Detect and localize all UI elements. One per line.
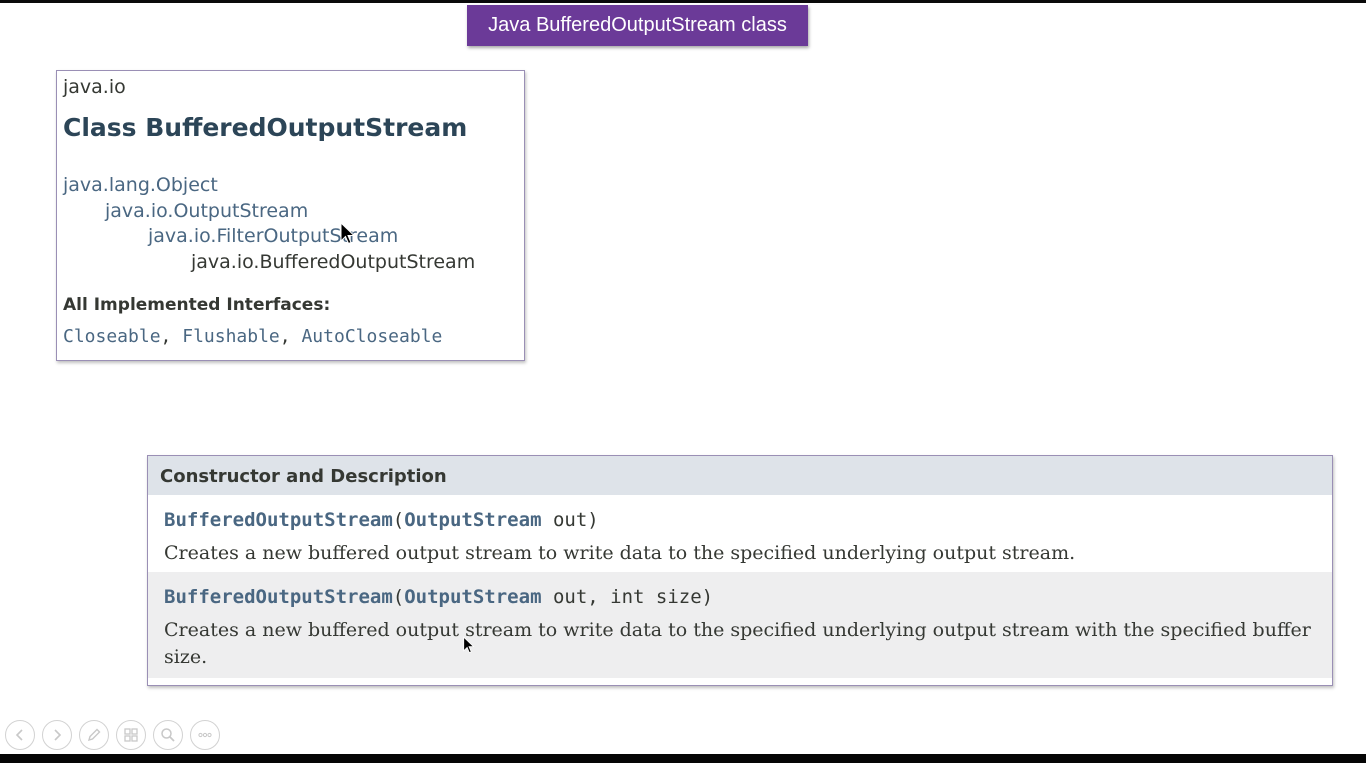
inheritance-filteroutputstream[interactable]: java.io.FilterOutputStream — [148, 225, 398, 247]
interfaces-list: Closeable, Flushable, AutoCloseable — [63, 326, 442, 347]
constructor-name-link[interactable]: BufferedOutputStream — [164, 509, 393, 531]
inheritance-object[interactable]: java.lang.Object — [63, 174, 218, 196]
pen-icon — [87, 728, 101, 742]
mouse-cursor-icon — [463, 636, 475, 654]
slide-title: Java BufferedOutputStream class — [467, 5, 808, 46]
interfaces-label: All Implemented Interfaces: — [63, 295, 331, 315]
constructor-header-label: Constructor and Description — [160, 466, 447, 487]
constructor-name-link[interactable]: BufferedOutputStream — [164, 586, 393, 608]
separator: , — [279, 326, 302, 347]
previous-icon — [15, 729, 23, 741]
signature-paren: ( — [392, 586, 405, 608]
inheritance-outputstream[interactable]: java.io.OutputStream — [105, 200, 308, 222]
signature-paren: ( — [392, 509, 405, 531]
constructor-table: Constructor and Description BufferedOutp… — [147, 455, 1333, 686]
signature-params: out, int size) — [541, 586, 714, 608]
bottom-bar — [0, 754, 1366, 763]
slide-controls — [5, 720, 220, 750]
package-name: java.io — [63, 76, 126, 98]
mouse-cursor-icon — [340, 222, 356, 245]
class-hierarchy-card: java.io Class BufferedOutputStream java.… — [56, 70, 525, 361]
constructor-description: Creates a new buffered output stream to … — [164, 542, 1076, 564]
next-slide-button[interactable] — [42, 720, 72, 750]
constructor-signature: BufferedOutputStream(OutputStream out, i… — [164, 586, 713, 608]
see-all-slides-button[interactable] — [116, 720, 146, 750]
zoom-icon — [161, 728, 175, 742]
previous-slide-button[interactable] — [5, 720, 35, 750]
interface-autocloseable[interactable]: AutoCloseable — [301, 326, 442, 347]
slides-icon — [124, 728, 138, 742]
interface-closeable[interactable]: Closeable — [63, 326, 161, 347]
constructor-signature: BufferedOutputStream(OutputStream out) — [164, 509, 599, 531]
inheritance-bufferedoutputstream: java.io.BufferedOutputStream — [191, 251, 476, 273]
constructor-row: BufferedOutputStream(OutputStream out, i… — [148, 572, 1332, 678]
top-border — [0, 0, 1366, 3]
pen-tool-button[interactable] — [79, 720, 109, 750]
zoom-button[interactable] — [153, 720, 183, 750]
constructor-table-header: Constructor and Description — [148, 456, 1332, 495]
more-options-button[interactable] — [190, 720, 220, 750]
param-type-link[interactable]: OutputStream — [404, 509, 541, 531]
more-icon — [198, 732, 212, 738]
signature-params: out) — [541, 509, 599, 531]
interface-flushable[interactable]: Flushable — [182, 326, 280, 347]
constructor-row: BufferedOutputStream(OutputStream out) C… — [148, 495, 1332, 572]
constructor-description: Creates a new buffered output stream to … — [164, 619, 1311, 668]
class-title: Class BufferedOutputStream — [63, 113, 468, 142]
param-type-link[interactable]: OutputStream — [404, 586, 541, 608]
separator: , — [160, 326, 183, 347]
next-icon — [54, 729, 62, 741]
